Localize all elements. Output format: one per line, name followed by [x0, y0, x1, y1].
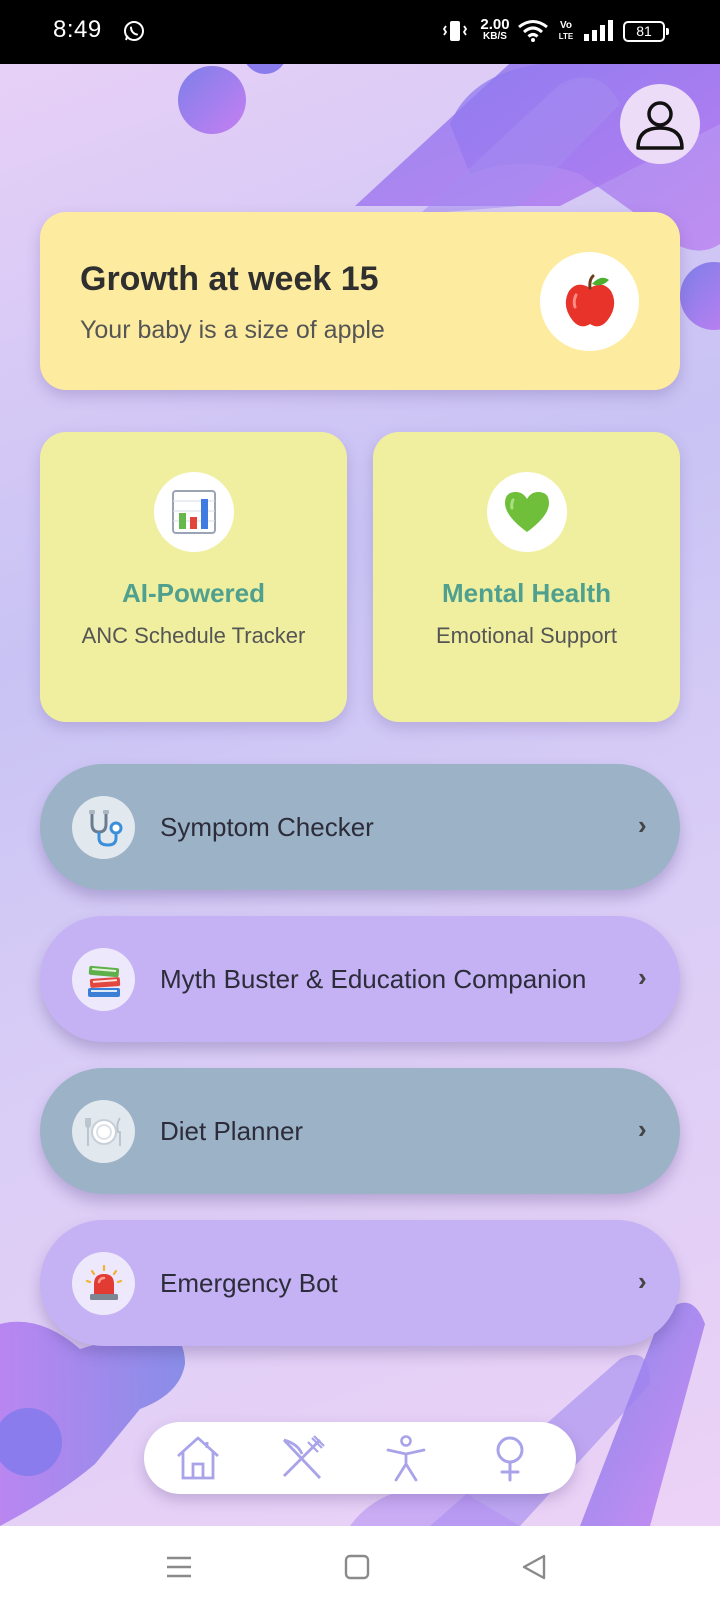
female-icon [496, 1436, 524, 1482]
chevron-right-icon: › [638, 1266, 647, 1296]
growth-title: Growth at week 15 [80, 260, 379, 298]
feature-icon-circle [154, 472, 234, 552]
menu-label: Emergency Bot [160, 1268, 338, 1298]
app-screen: Growth at week 15 Your baby is a size of… [0, 64, 720, 1526]
profile-button[interactable] [620, 84, 700, 164]
feature-card-ai-powered[interactable]: AI-Powered ANC Schedule Tracker [40, 432, 347, 722]
nav-diet[interactable] [278, 1434, 326, 1482]
volte-bottom: LTE [558, 32, 574, 41]
books-icon [87, 965, 120, 997]
network-speed: 2.00 KB/S [478, 17, 512, 42]
green-heart-icon [505, 492, 549, 532]
menu-icon-circle [72, 948, 135, 1011]
vibrate-icon [442, 19, 468, 48]
fork-knife-icon [282, 1435, 325, 1479]
feature-subtitle: Emotional Support [436, 623, 617, 648]
menu-label: Diet Planner [160, 1116, 304, 1146]
feature-card-mental-health[interactable]: Mental Health Emotional Support [373, 432, 680, 722]
menu-label: Myth Buster & Education Companion [160, 964, 587, 994]
wifi-icon [517, 19, 549, 48]
back-triangle-icon [522, 1554, 546, 1580]
nav-exercise[interactable] [382, 1434, 430, 1482]
accessibility-icon [386, 1435, 426, 1482]
symptom-checker-button[interactable]: Symptom Checker › [40, 764, 680, 890]
home-icon [177, 1436, 219, 1480]
siren-icon [85, 1264, 122, 1300]
user-icon [636, 101, 684, 150]
growth-icon-circle [540, 252, 639, 351]
status-bar: 8:49 2.00 KB/S Vo LTE 81 [0, 0, 720, 64]
recent-apps-button[interactable] [165, 1553, 193, 1586]
home-system-button[interactable] [343, 1553, 371, 1586]
bottom-nav [144, 1422, 576, 1494]
bar-chart-icon [172, 490, 216, 534]
stethoscope-icon [88, 809, 122, 847]
feature-title: Mental Health [441, 578, 612, 608]
whatsapp-icon [122, 19, 146, 48]
nav-home[interactable] [174, 1434, 222, 1482]
menu-icon-circle [72, 1100, 135, 1163]
chevron-right-icon: › [638, 1114, 647, 1144]
growth-card[interactable]: Growth at week 15 Your baby is a size of… [40, 212, 680, 390]
apple-icon [565, 274, 614, 326]
menu-icon-circle [72, 1252, 135, 1315]
square-icon [344, 1554, 370, 1580]
network-speed-unit: KB/S [483, 31, 507, 42]
system-navigation-bar [0, 1526, 720, 1612]
status-time: 8:49 [53, 16, 102, 43]
chevron-right-icon: › [638, 810, 647, 840]
battery-indicator: 81 [623, 21, 669, 42]
myth-buster-button[interactable]: Myth Buster & Education Companion › [40, 916, 680, 1042]
diet-planner-button[interactable]: Diet Planner › [40, 1068, 680, 1194]
plate-icon [84, 1117, 121, 1146]
back-system-button[interactable] [520, 1553, 548, 1586]
nav-womens-health[interactable] [486, 1434, 534, 1482]
volte-top: Vo [559, 20, 573, 31]
menu-icon-circle [72, 796, 135, 859]
emergency-bot-button[interactable]: Emergency Bot › [40, 1220, 680, 1346]
signal-icon [583, 20, 615, 47]
volte-indicator: Vo LTE [557, 20, 575, 42]
feature-title: AI-Powered [121, 578, 266, 608]
feature-subtitle: ANC Schedule Tracker [81, 623, 306, 648]
menu-label: Symptom Checker [160, 812, 374, 842]
chevron-right-icon: › [638, 962, 647, 992]
feature-icon-circle [487, 472, 567, 552]
menu-lines-icon [167, 1556, 191, 1578]
growth-subtitle: Your baby is a size of apple [80, 316, 385, 344]
